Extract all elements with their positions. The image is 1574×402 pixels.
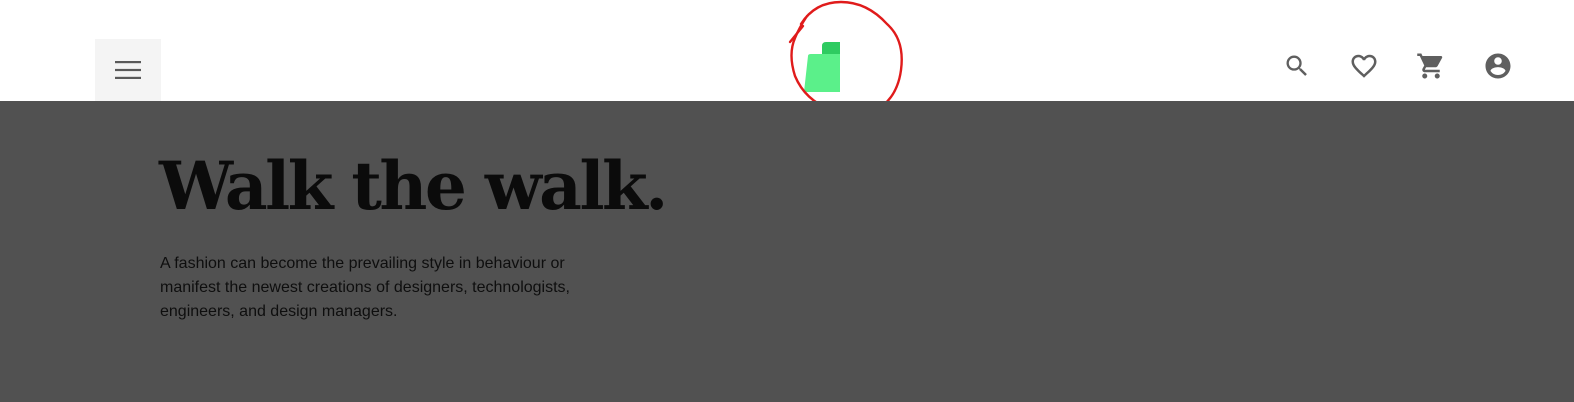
heart-icon bbox=[1349, 51, 1379, 81]
hero-section: Walk the walk. A fashion can become the … bbox=[0, 101, 1574, 402]
favorites-button[interactable] bbox=[1348, 50, 1380, 82]
top-app-bar bbox=[0, 0, 1574, 116]
hero-title: Walk the walk. bbox=[159, 147, 668, 225]
search-icon bbox=[1283, 52, 1311, 80]
cart-icon bbox=[1416, 51, 1446, 81]
search-button[interactable] bbox=[1281, 50, 1313, 82]
account-button[interactable] bbox=[1482, 50, 1514, 82]
menu-button[interactable] bbox=[95, 39, 161, 101]
cart-button[interactable] bbox=[1415, 50, 1447, 82]
account-circle-icon bbox=[1483, 51, 1513, 81]
hamburger-menu-icon bbox=[114, 60, 142, 80]
hero-description: A fashion can become the prevailing styl… bbox=[160, 255, 570, 320]
